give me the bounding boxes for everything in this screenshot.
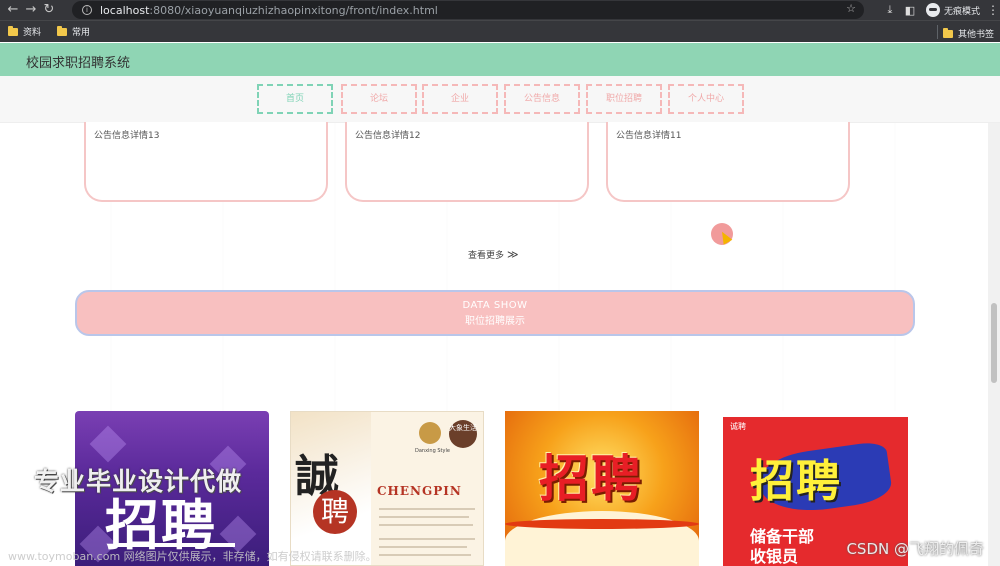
text-line <box>379 508 475 510</box>
nav-home[interactable]: 首页 <box>257 84 333 114</box>
back-icon[interactable]: ← <box>4 0 22 20</box>
watermark-text: 专业毕业设计代做 <box>34 467 243 496</box>
notice-title: 公告信息详情12 <box>355 131 421 141</box>
text-line <box>379 546 467 548</box>
nav-user-center[interactable]: 个人中心 <box>668 84 744 114</box>
data-show-subtitle: 职位招聘展示 <box>465 316 525 327</box>
notice-card[interactable]: 公告信息详情13 <box>84 122 328 202</box>
elephant-logo-icon <box>419 422 441 444</box>
folder-icon <box>8 25 18 36</box>
info-icon[interactable]: i <box>82 5 92 15</box>
credit-text: CSDN @飞翔的佩奇 <box>846 540 984 558</box>
decor-wave <box>505 519 699 529</box>
bookmarks-bar: 资料 常用 其他书签 <box>0 20 1000 42</box>
job-card-image[interactable]: 誠 聘 大象生活 Danxing Style CHENGPIN <box>290 411 484 566</box>
download-icon[interactable]: ⤓ <box>880 3 900 17</box>
site-title[interactable]: 校园求职招聘系统 <box>26 52 130 71</box>
site-nav: 首页 论坛 企业 公告信息 职位招聘 个人中心 <box>0 76 1000 123</box>
nav-jobs[interactable]: 职位招聘 <box>586 84 662 114</box>
page-scrollbar[interactable] <box>988 123 1000 566</box>
job-image-text: 聘 <box>313 490 357 534</box>
bookmark-folder[interactable]: 资料 <box>8 25 41 38</box>
notice-title: 公告信息详情11 <box>616 131 682 141</box>
notice-title: 公告信息详情13 <box>94 131 160 141</box>
address-bar[interactable]: i localhost:8080/xiaoyuanqiuzhizhaopinxi… <box>72 1 864 19</box>
brand-text: Danxing Style <box>415 448 450 454</box>
decor-bar <box>115 543 235 547</box>
job-image-text: 招聘 <box>750 456 842 507</box>
bookmark-folder[interactable]: 常用 <box>57 25 90 38</box>
menu-icon[interactable]: ⋮ <box>986 3 1000 17</box>
view-more-link[interactable]: 查看更多 ≫ <box>468 248 519 261</box>
brand-badge: 大象生活 <box>449 420 477 448</box>
bookmark-star-icon[interactable]: ☆ <box>846 2 856 15</box>
folder-icon <box>942 27 953 38</box>
nav-forum[interactable]: 论坛 <box>341 84 417 114</box>
job-image-text: 招聘 <box>539 450 643 508</box>
notice-card[interactable]: 公告信息详情12 <box>345 122 589 202</box>
incognito-label: 无痕模式 <box>943 6 980 17</box>
url-text: localhost:8080/xiaoyuanqiuzhizhaopinxito… <box>100 3 438 17</box>
site-header: 校园求职招聘系统 <box>0 43 1000 76</box>
other-bookmarks[interactable]: 其他书签 <box>942 27 994 40</box>
folder-icon <box>57 25 68 36</box>
data-show-banner: DATA SHOW 职位招聘展示 <box>75 290 915 336</box>
job-card-image[interactable]: 招聘 <box>505 411 699 566</box>
double-chevron-right-icon: ≫ <box>507 248 519 261</box>
side-panel-icon[interactable]: ◧ <box>900 4 920 17</box>
scrollbar-thumb[interactable] <box>991 303 997 383</box>
job-image-english: CHENGPIN <box>377 484 462 498</box>
text-line <box>379 524 473 526</box>
job-image-header: 诚聘 <box>730 422 746 431</box>
nav-notices[interactable]: 公告信息 <box>504 84 580 114</box>
decor-cube <box>89 425 127 463</box>
job-image-footer: 储备干部 收银员 <box>750 527 815 566</box>
watermark-footer: www.toymoban.com 网络图片仅供展示，非存储，如有侵权请联系删除。 <box>8 550 377 563</box>
forward-icon[interactable]: → <box>22 0 40 20</box>
reload-icon[interactable]: ↻ <box>40 0 58 20</box>
text-line <box>379 554 471 556</box>
notice-card[interactable]: 公告信息详情11 <box>606 122 850 202</box>
bookmark-separator <box>937 25 938 39</box>
text-line <box>379 516 469 518</box>
browser-toolbar: ← → ↻ i localhost:8080/xiaoyuanqiuzhizha… <box>0 0 1000 20</box>
incognito-icon <box>925 3 940 17</box>
data-show-title: DATA SHOW <box>462 300 528 311</box>
incognito-profile[interactable]: 无痕模式 <box>925 3 980 17</box>
text-line <box>379 538 475 540</box>
nav-company[interactable]: 企业 <box>422 84 498 114</box>
